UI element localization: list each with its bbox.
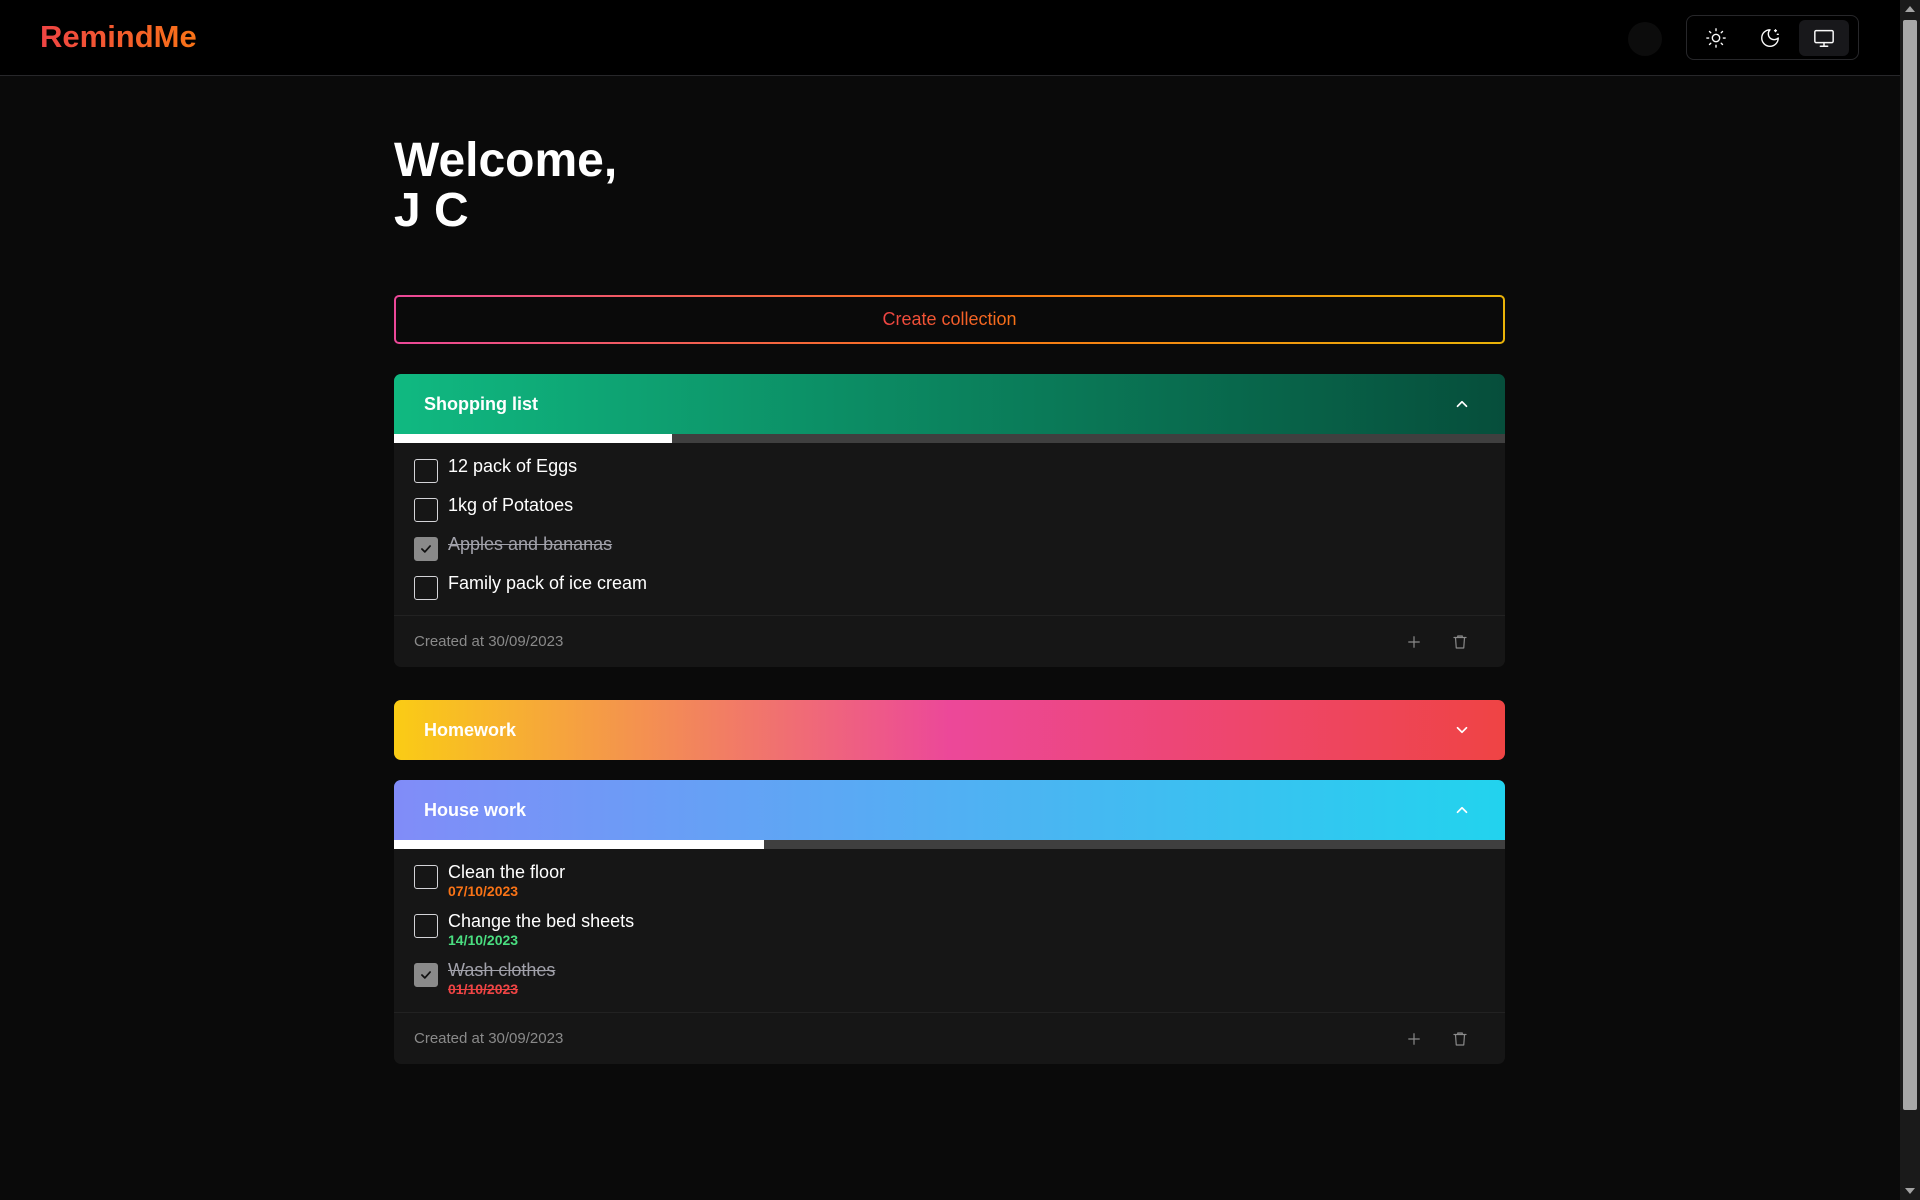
collection-card-shopping-list: Shopping list 12 pack of Eggs 1kg of Pot… bbox=[394, 374, 1505, 667]
collection-footer: Created at 30/09/2023 bbox=[394, 1012, 1505, 1064]
sun-icon bbox=[1706, 27, 1726, 48]
collection-card-house-work: House work Clean the floor 07/10/2023 Ch… bbox=[394, 780, 1505, 1064]
task-list: 12 pack of Eggs 1kg of Potatoes Apples a… bbox=[394, 443, 1505, 615]
chevron-down-icon[interactable] bbox=[1453, 721, 1471, 739]
collection-title: House work bbox=[424, 799, 527, 820]
task-item: 12 pack of Eggs bbox=[414, 455, 1485, 483]
add-task-button[interactable] bbox=[1405, 633, 1423, 651]
theme-light-button[interactable] bbox=[1691, 20, 1741, 56]
create-collection-button[interactable]: Create collection bbox=[394, 295, 1505, 344]
checkmark-icon bbox=[421, 971, 431, 979]
collection-progress-bar bbox=[394, 434, 1505, 443]
scrollbar-thumb[interactable] bbox=[1903, 20, 1917, 1110]
task-list: Clean the floor 07/10/2023 Change the be… bbox=[394, 849, 1505, 1012]
task-item: 1kg of Potatoes bbox=[414, 494, 1485, 522]
task-checkbox[interactable] bbox=[414, 914, 438, 938]
plus-icon bbox=[1408, 635, 1420, 648]
app-logo[interactable]: RemindMe bbox=[40, 19, 197, 55]
theme-switcher bbox=[1686, 15, 1859, 60]
user-avatar[interactable] bbox=[1628, 22, 1662, 56]
task-checkbox[interactable] bbox=[414, 537, 438, 561]
collection-title: Homework bbox=[424, 719, 517, 740]
scroll-up-arrow-icon[interactable] bbox=[1905, 6, 1915, 12]
theme-dark-button[interactable] bbox=[1745, 20, 1795, 56]
task-due-date: 14/10/2023 bbox=[448, 932, 519, 948]
page-scrollbar[interactable] bbox=[1900, 0, 1920, 1200]
trash-icon bbox=[1453, 634, 1467, 649]
delete-collection-button[interactable] bbox=[1451, 633, 1469, 651]
collection-footer: Created at 30/09/2023 bbox=[394, 615, 1505, 667]
task-text: Clean the floor bbox=[448, 862, 566, 882]
welcome-username: J C bbox=[394, 184, 469, 237]
theme-system-button[interactable] bbox=[1799, 19, 1849, 56]
created-date: Created at 30/09/2023 bbox=[414, 1030, 564, 1047]
task-item: Clean the floor 07/10/2023 bbox=[414, 861, 1485, 899]
task-item: Change the bed sheets 14/10/2023 bbox=[414, 910, 1485, 948]
top-navbar: RemindMe bbox=[0, 0, 1900, 76]
trash-icon bbox=[1453, 1031, 1467, 1046]
progress-fill bbox=[394, 434, 672, 443]
collection-progress-bar bbox=[394, 840, 1505, 849]
welcome-heading: Welcome, J C bbox=[394, 136, 617, 236]
task-checkbox[interactable] bbox=[414, 498, 438, 522]
task-item: Wash clothes 01/10/2023 bbox=[414, 959, 1485, 997]
task-text: Change the bed sheets bbox=[448, 911, 635, 931]
scroll-down-arrow-icon[interactable] bbox=[1905, 1188, 1915, 1194]
checkmark-icon bbox=[421, 545, 431, 553]
collection-header[interactable]: Shopping list bbox=[394, 374, 1505, 434]
task-item: Apples and bananas bbox=[414, 533, 1485, 561]
task-item: Family pack of ice cream bbox=[414, 572, 1485, 600]
plus-icon bbox=[1408, 1032, 1420, 1045]
created-date: Created at 30/09/2023 bbox=[414, 633, 564, 650]
monitor-icon bbox=[1814, 29, 1834, 47]
collection-card-homework: Homework bbox=[394, 700, 1505, 760]
welcome-greeting: Welcome, bbox=[394, 134, 618, 187]
task-checkbox[interactable] bbox=[414, 963, 438, 987]
task-checkbox[interactable] bbox=[414, 459, 438, 483]
task-text: Family pack of ice cream bbox=[448, 573, 648, 593]
chevron-up-icon[interactable] bbox=[1453, 801, 1471, 819]
delete-collection-button[interactable] bbox=[1451, 1030, 1469, 1048]
chevron-up-icon[interactable] bbox=[1453, 395, 1471, 413]
task-text: Apples and bananas bbox=[448, 534, 613, 554]
moon-icon bbox=[1761, 28, 1779, 47]
collection-header[interactable]: Homework bbox=[394, 700, 1505, 760]
collection-header[interactable]: House work bbox=[394, 780, 1505, 840]
task-text: 1kg of Potatoes bbox=[448, 495, 574, 515]
task-text: Wash clothes bbox=[448, 960, 556, 980]
task-due-date: 07/10/2023 bbox=[448, 883, 519, 899]
task-text: 12 pack of Eggs bbox=[448, 456, 578, 476]
add-task-button[interactable] bbox=[1405, 1030, 1423, 1048]
collection-title: Shopping list bbox=[424, 393, 538, 414]
task-checkbox[interactable] bbox=[414, 865, 438, 889]
task-checkbox[interactable] bbox=[414, 576, 438, 600]
progress-fill bbox=[394, 840, 764, 849]
create-collection-label: Create collection bbox=[882, 309, 1017, 329]
task-due-date: 01/10/2023 bbox=[448, 981, 519, 997]
